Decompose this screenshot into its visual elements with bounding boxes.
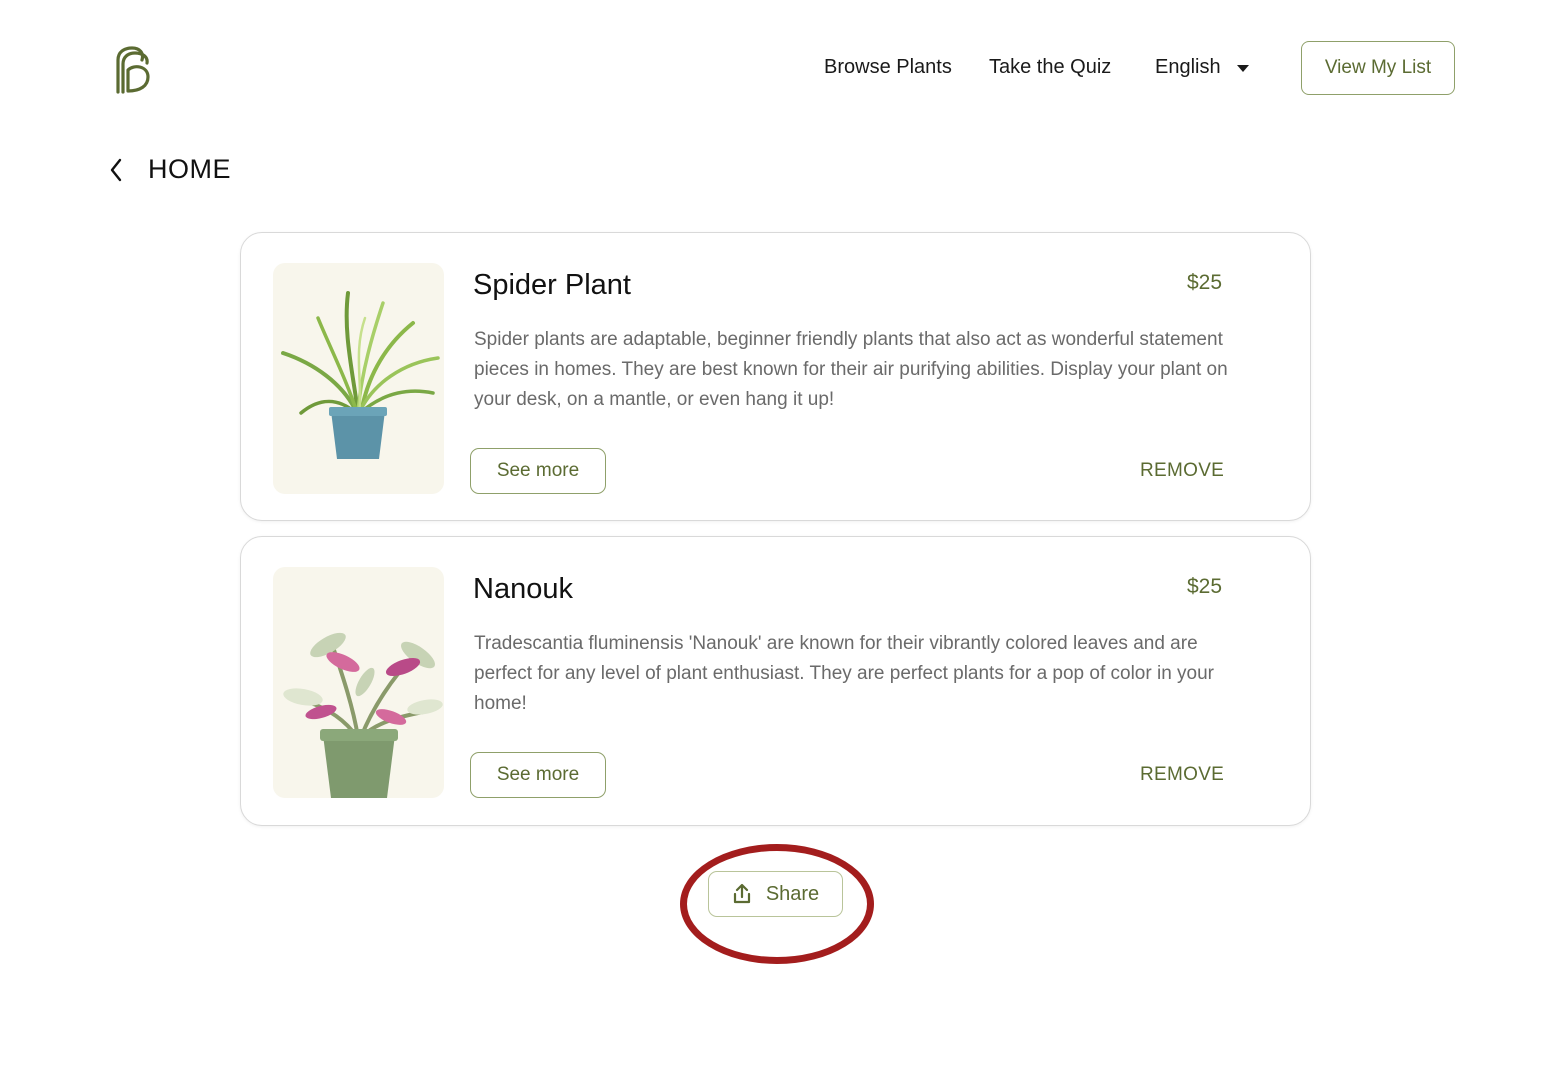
remove-button[interactable]: REMOVE: [1140, 764, 1224, 786]
caret-down-icon: [1236, 65, 1249, 72]
breadcrumb[interactable]: HOME: [108, 154, 231, 185]
plant-image: [273, 263, 444, 494]
plant-name: Nanouk: [473, 573, 573, 605]
plant-price: $25: [1187, 271, 1223, 294]
plant-name: Spider Plant: [473, 269, 631, 301]
nav-take-quiz[interactable]: Take the Quiz: [989, 56, 1111, 79]
language-select[interactable]: English: [1155, 56, 1249, 79]
see-more-button[interactable]: See more: [470, 752, 606, 798]
nav-browse-plants[interactable]: Browse Plants: [824, 56, 952, 79]
share-button-label: Share: [765, 882, 820, 905]
page-title[interactable]: HOME: [148, 154, 231, 185]
chevron-left-icon[interactable]: [108, 157, 124, 183]
plant-card: Nanouk $25 Tradescantia fluminensis 'Nan…: [240, 536, 1311, 826]
brand-logo-icon[interactable]: [110, 44, 156, 94]
share-button[interactable]: Share: [708, 871, 843, 917]
plant-image: [273, 567, 444, 798]
nanouk-plant-image: [283, 632, 443, 798]
plant-price: $25: [1187, 575, 1223, 598]
plant-description: Spider plants are adaptable, beginner fr…: [474, 329, 1228, 410]
remove-button[interactable]: REMOVE: [1140, 460, 1224, 482]
language-select-label: English: [1155, 56, 1221, 78]
plant-description: Tradescantia fluminensis 'Nanouk' are kn…: [474, 633, 1215, 714]
view-my-list-button[interactable]: View My List: [1301, 41, 1455, 95]
see-more-button[interactable]: See more: [470, 448, 606, 494]
plant-card: Spider Plant $25 Spider plants are adapt…: [240, 232, 1311, 521]
spider-plant-image: [281, 291, 440, 459]
share-icon: [733, 883, 750, 904]
